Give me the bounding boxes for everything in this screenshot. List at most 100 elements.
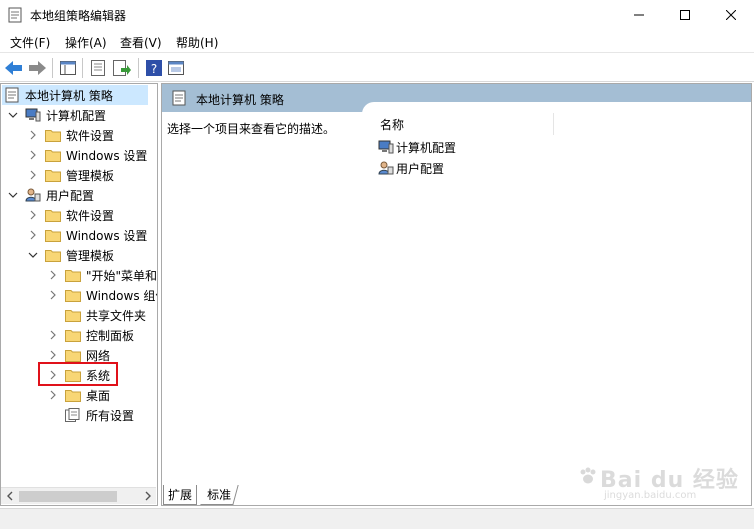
export-list-button[interactable] [112,58,132,78]
menu-action[interactable]: 操作(A) [65,34,107,51]
details-pane: 本地计算机 策略 选择一个项目来查看它的描述。 名称 计算机配置 用户配置 [161,83,752,506]
list-item-computer-config[interactable]: 计算机配置 [378,137,456,157]
tab-label: 标准 [207,488,232,502]
folder-icon [65,388,81,402]
tree-item-desktop[interactable]: 桌面 [47,385,110,405]
tree-item-uc-windows[interactable]: Windows 设置 [27,225,147,245]
filter-button[interactable] [166,58,186,78]
chevron-right-icon[interactable] [27,229,39,241]
chevron-right-icon[interactable] [47,349,59,361]
tree-item-uc-admin[interactable]: 管理模板 [27,245,114,265]
status-bar [0,508,754,529]
title-bar: 本地组策略编辑器 [0,0,754,30]
back-arrow-icon [5,61,22,75]
menu-help[interactable]: 帮助(H) [176,34,218,51]
close-icon [726,10,736,20]
properties-button[interactable] [88,58,108,78]
baidu-watermark: Bai du 经验 jingyan.baidu.com [578,462,748,504]
tree-item-cc-windows[interactable]: Windows 设置 [27,145,147,165]
export-icon [113,60,131,76]
scrollbar-thumb[interactable] [19,491,117,502]
help-button[interactable]: ? [144,58,164,78]
tab-label: 扩展 [168,488,193,502]
maximize-icon [680,10,690,20]
tree-item-user-config[interactable]: 用户配置 [7,185,94,205]
forward-arrow-icon [29,61,46,75]
scroll-right-icon[interactable] [143,491,153,501]
chevron-down-icon[interactable] [7,189,19,201]
tree-label: "开始"菜单和任 [86,268,158,283]
list-item-label: 用户配置 [396,161,445,176]
chevron-right-icon[interactable] [47,269,59,281]
filter-view-icon [168,61,184,75]
menu-view[interactable]: 查看(V) [120,34,162,51]
users-icon [25,188,41,202]
list-item-user-config[interactable]: 用户配置 [378,158,444,178]
folder-icon [45,148,61,162]
chevron-down-icon[interactable] [7,109,19,121]
minimize-button[interactable] [616,0,662,30]
chevron-right-icon[interactable] [27,169,39,181]
minimize-icon [634,14,644,16]
policy-editor-icon [8,7,22,23]
close-button[interactable] [708,0,754,30]
computer-icon [378,140,394,154]
users-icon [378,161,394,175]
tree-label: 软件设置 [66,128,115,143]
folder-icon [65,348,81,362]
tree-item-cc-software[interactable]: 软件设置 [27,125,114,145]
tree-label: Windows 设置 [66,228,148,243]
forward-button[interactable] [27,58,47,78]
view-tabs: 扩展 标准 [161,485,461,506]
paw-logo-icon [580,467,596,484]
chevron-right-icon[interactable] [27,209,39,221]
maximize-button[interactable] [662,0,708,30]
tab-extended[interactable]: 扩展 [163,485,198,505]
menu-file[interactable]: 文件(F) [10,34,50,51]
chevron-right-icon[interactable] [47,289,59,301]
folder-icon [65,328,81,342]
chevron-right-icon[interactable] [47,389,59,401]
toolbar-separator [138,58,139,78]
computer-icon [25,108,41,122]
header-curve [362,102,751,114]
tree-label: 网络 [86,348,111,363]
tree-label: 计算机配置 [46,108,107,123]
scroll-left-icon[interactable] [5,491,15,501]
watermark-url: jingyan.baidu.com [604,490,697,501]
menu-bar: 文件(F) 操作(A) 查看(V) 帮助(H) [0,30,754,52]
tree-label: 本地计算机 策略 [25,88,113,103]
tree-label: 用户配置 [46,188,95,203]
details-header-title: 本地计算机 策略 [196,93,284,107]
tab-standard[interactable]: 标准 [200,485,239,505]
tree-item-cc-admin[interactable]: 管理模板 [27,165,114,185]
tree-item-root[interactable]: 本地计算机 策略 [2,85,148,105]
tree-label: 所有设置 [86,408,135,423]
svg-text:?: ? [151,62,157,76]
toolbar-separator [52,58,53,78]
tree-label: Windows 设置 [66,148,148,163]
tree-item-control-panel[interactable]: 控制面板 [47,325,134,345]
tree-item-computer-config[interactable]: 计算机配置 [7,105,106,125]
tree-item-shared-folders[interactable]: 共享文件夹 [47,305,146,325]
column-header-name[interactable]: 名称 [380,116,404,133]
description-text: 选择一个项目来查看它的描述。 [167,122,336,136]
highlight-annotation [38,362,118,386]
folder-icon [65,268,81,282]
help-icon: ? [146,60,162,76]
tree-item-windows-components[interactable]: Windows 组件 [47,285,157,305]
toolbar: ? [0,52,754,82]
chevron-right-icon[interactable] [47,329,59,341]
tree-item-start-menu[interactable]: "开始"菜单和任 [47,265,158,285]
chevron-right-icon[interactable] [27,129,39,141]
chevron-right-icon[interactable] [27,149,39,161]
policy-document-icon [172,90,186,106]
folder-icon [45,168,61,182]
column-divider[interactable] [553,113,554,135]
chevron-down-icon[interactable] [27,249,39,261]
tree-horizontal-scrollbar[interactable] [1,487,156,504]
back-button[interactable] [4,58,24,78]
show-hide-tree-button[interactable] [58,58,78,78]
tree-item-uc-software[interactable]: 软件设置 [27,205,114,225]
tree-item-all-settings[interactable]: 所有设置 [47,405,134,425]
